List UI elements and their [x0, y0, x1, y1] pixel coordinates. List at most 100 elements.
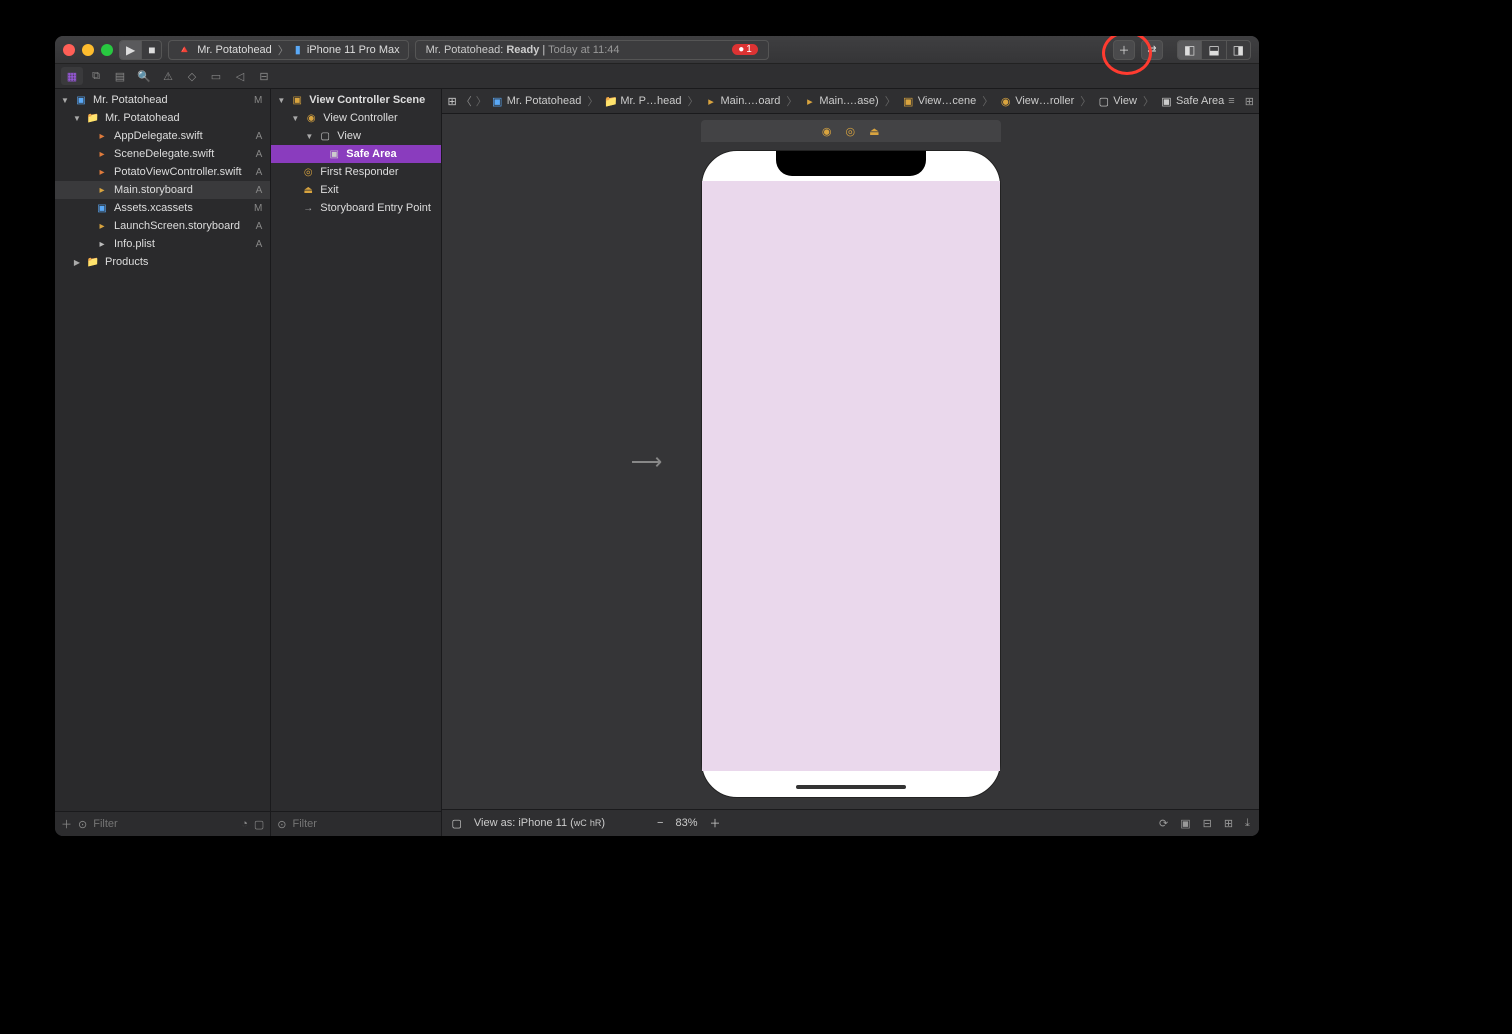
folder-icon: 📁	[604, 95, 617, 108]
zoom-window-button[interactable]	[101, 44, 113, 56]
view-icon: ▢	[318, 129, 332, 143]
navigator-filter-input[interactable]	[93, 818, 235, 830]
scm-badge: A	[256, 167, 263, 178]
related-items-button[interactable]: ⊞	[448, 95, 457, 108]
library-button[interactable]: ＋	[1113, 40, 1135, 60]
scm-badge: A	[256, 149, 263, 160]
debug-navigator-tab[interactable]: ▭	[205, 67, 227, 85]
file-row[interactable]: ▸ SceneDelegate.swift A	[55, 145, 270, 163]
breadcrumb-item[interactable]: ▢View	[1097, 95, 1137, 108]
disclosure-icon: ▼	[277, 96, 285, 105]
breadcrumb-item[interactable]: ▣Mr. Potatohead	[491, 95, 582, 108]
forward-button[interactable]: 〉	[476, 93, 487, 109]
scm-badge: A	[256, 221, 263, 232]
first-responder-row[interactable]: ◎ First Responder	[271, 163, 440, 181]
group-row[interactable]: ▼ 📁 Mr. Potatohead	[55, 109, 270, 127]
exit-row[interactable]: ⏏ Exit	[271, 181, 440, 199]
xcode-window: ▶ ■ 🔺 Mr. Potatohead 〉 ▮ iPhone 11 Pro M…	[55, 36, 1259, 836]
embed-button[interactable]: ▣	[1180, 817, 1190, 830]
chevron-right-icon: 〉	[278, 42, 289, 58]
outline-filter-input[interactable]	[293, 818, 435, 830]
project-navigator-tab[interactable]: ▦	[61, 67, 83, 85]
entry-point-row[interactable]: → Storyboard Entry Point	[271, 199, 440, 217]
breadcrumb-item[interactable]: ◉View…roller	[999, 95, 1074, 108]
outline-toggle-button[interactable]: ▢	[452, 817, 462, 830]
activity-view[interactable]: Mr. Potatohead: Ready | Today at 11:44 ●…	[415, 40, 769, 60]
toggle-inspector-button[interactable]: ◨	[1227, 41, 1250, 59]
pin-button[interactable]: ⊞	[1224, 817, 1233, 830]
scm-badge: M	[254, 203, 262, 214]
zoom-in-button[interactable]: ＋	[710, 815, 721, 831]
view-label: View	[337, 130, 361, 142]
test-navigator-tab[interactable]: ◇	[181, 67, 203, 85]
adjust-editor-button[interactable]: ≡	[1228, 95, 1234, 108]
back-button[interactable]: 〈	[461, 93, 472, 109]
file-row-selected[interactable]: ▸ Main.storyboard A	[55, 181, 270, 199]
toggle-navigator-button[interactable]: ◧	[1178, 41, 1202, 59]
viewcontroller-row[interactable]: ▼ ◉ View Controller	[271, 109, 440, 127]
source-control-navigator-tab[interactable]: ⧉	[85, 67, 107, 85]
run-button[interactable]: ▶	[120, 41, 142, 59]
project-icon: ▣	[491, 95, 504, 108]
error-icon: ●	[738, 44, 744, 55]
stop-button[interactable]: ■	[142, 41, 161, 59]
breadcrumb-item[interactable]: ▣View…cene	[902, 95, 977, 108]
report-navigator-tab[interactable]: ⊟	[253, 67, 275, 85]
add-button[interactable]: ＋	[61, 816, 72, 832]
project-root-row[interactable]: ▼ ▣ Mr. Potatohead M	[55, 91, 270, 109]
arrow-icon: →	[301, 201, 315, 215]
issue-navigator-tab[interactable]: ⚠	[157, 67, 179, 85]
breakpoint-navigator-tab[interactable]: ◁	[229, 67, 251, 85]
file-label: LaunchScreen.storyboard	[114, 220, 240, 232]
scm-badge: A	[256, 131, 263, 142]
products-row[interactable]: ▶ 📁 Products	[55, 253, 270, 271]
folder-icon: ▦	[67, 70, 77, 83]
view-as-button[interactable]: View as: iPhone 11 (wC hR)	[474, 817, 605, 829]
add-editor-button[interactable]: ⊞	[1245, 95, 1254, 108]
outline-tree: ▼ ▣ View Controller Scene ▼ ◉ View Contr…	[271, 89, 440, 811]
scm-badge: A	[256, 239, 263, 250]
file-row[interactable]: ▸ PotatoViewController.swift A	[55, 163, 270, 181]
safe-area-icon: ▣	[327, 147, 341, 161]
run-stop-group: ▶ ■	[119, 40, 162, 60]
disclosure-icon: ▼	[305, 132, 313, 141]
project-root-label: Mr. Potatohead	[93, 94, 168, 106]
file-row[interactable]: ▣ Assets.xcassets M	[55, 199, 270, 217]
breadcrumb-item[interactable]: ▸Main.…ase)	[803, 95, 878, 108]
view-row[interactable]: ▼ ▢ View	[271, 127, 440, 145]
update-frames-button[interactable]: ⟳	[1159, 817, 1168, 830]
exit-icon: ⏏	[301, 183, 315, 197]
code-review-button[interactable]: ⇄	[1141, 40, 1163, 60]
safe-area-view[interactable]	[702, 181, 1000, 771]
folder-icon: 📁	[86, 111, 100, 125]
app-icon: 🔺	[177, 43, 191, 56]
entry-point-arrow-icon[interactable]: ⟶	[631, 449, 663, 475]
file-row[interactable]: ▸ AppDelegate.swift A	[55, 127, 270, 145]
file-row[interactable]: ▸ Info.plist A	[55, 235, 270, 253]
scheme-selector[interactable]: 🔺 Mr. Potatohead 〉 ▮ iPhone 11 Pro Max	[168, 40, 408, 60]
zoom-level[interactable]: 83%	[675, 817, 697, 829]
breadcrumb-item[interactable]: 📁Mr. P…head	[604, 95, 681, 108]
canvas-viewport[interactable]: ◉ ◎ ⏏ ⟶	[442, 114, 1260, 809]
breadcrumb-item[interactable]: ▸Main.…oard	[704, 95, 780, 108]
scene-row[interactable]: ▼ ▣ View Controller Scene	[271, 91, 440, 109]
toggle-debug-button[interactable]: ⬓	[1202, 41, 1226, 59]
resolve-button[interactable]: ⤓	[1245, 817, 1250, 830]
file-row[interactable]: ▸ LaunchScreen.storyboard A	[55, 217, 270, 235]
error-badge[interactable]: ● 1	[732, 44, 758, 55]
recent-filter-button[interactable]: ◔	[241, 818, 248, 831]
scene-label: View Controller Scene	[309, 94, 425, 106]
safe-area-icon: ▣	[1160, 95, 1173, 108]
device-frame[interactable]	[701, 150, 1001, 798]
find-navigator-tab[interactable]: 🔍	[133, 67, 155, 85]
align-button[interactable]: ⊟	[1203, 817, 1212, 830]
disclosure-icon: ▼	[61, 96, 69, 105]
zoom-out-button[interactable]: −	[657, 817, 663, 829]
close-window-button[interactable]	[63, 44, 75, 56]
scm-filter-button[interactable]: ▢	[254, 818, 264, 831]
safe-area-row-selected[interactable]: ▣ Safe Area	[271, 145, 440, 163]
panel-toggle-group: ◧ ⬓ ◨	[1177, 40, 1251, 60]
minimize-window-button[interactable]	[82, 44, 94, 56]
symbol-navigator-tab[interactable]: ▤	[109, 67, 131, 85]
breadcrumb-item[interactable]: ▣Safe Area	[1160, 95, 1224, 108]
